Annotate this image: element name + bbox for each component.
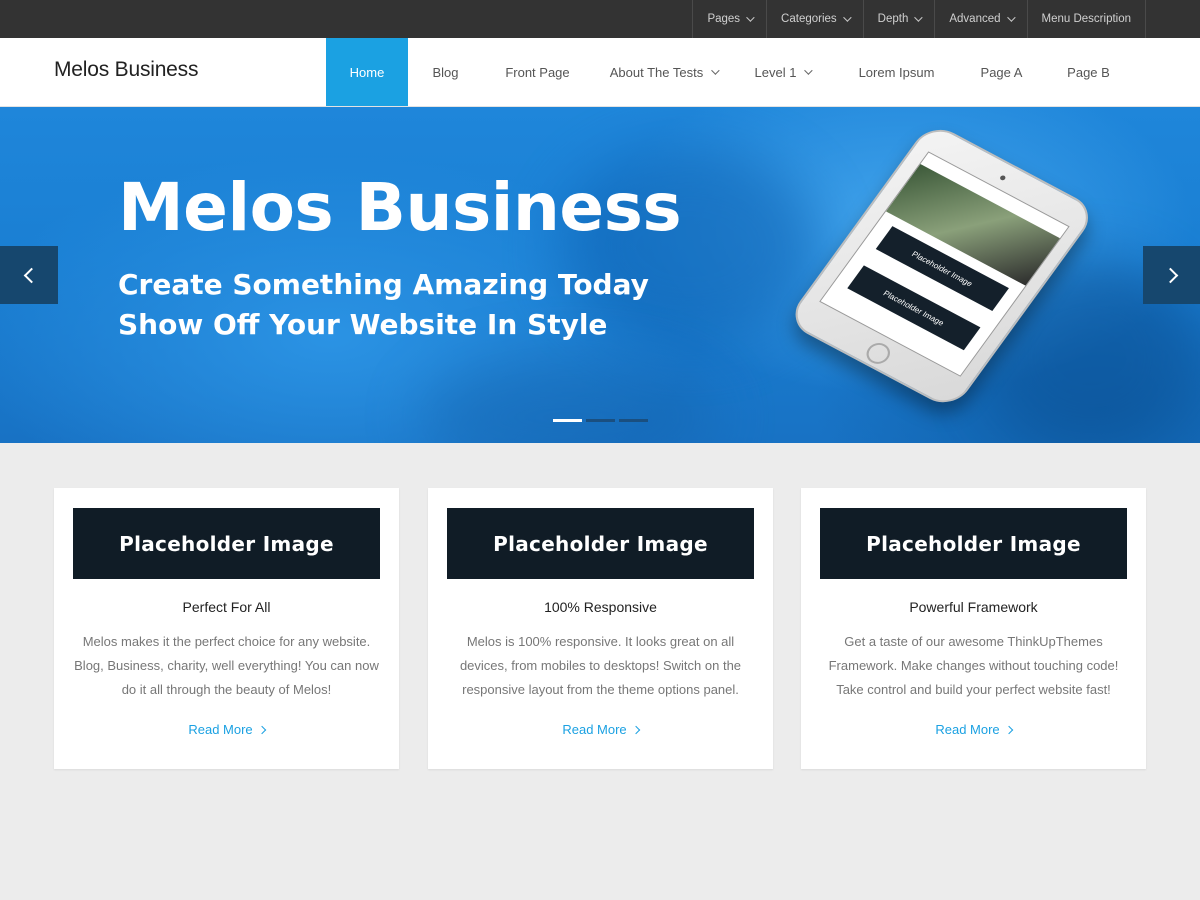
- read-more-link[interactable]: Read More: [54, 722, 399, 737]
- nav-item-front-page[interactable]: Front Page: [483, 38, 592, 106]
- feature-description: Melos makes it the perfect choice for an…: [74, 634, 379, 697]
- nav-item-level-1[interactable]: Level 1: [735, 38, 830, 106]
- chevron-down-icon: [1006, 13, 1016, 22]
- slider-dot[interactable]: [586, 419, 615, 422]
- chevron-down-icon: [746, 13, 755, 22]
- nav-item-label: Home: [349, 64, 385, 80]
- feature-card: Placeholder Image Perfect For All Melos …: [54, 488, 399, 769]
- nav-item-about-the-tests[interactable]: About The Tests: [592, 38, 735, 106]
- top-bar: Pages Categories Depth Advanced Menu Des…: [0, 0, 1200, 38]
- nav-item-label: Page B: [1067, 64, 1110, 80]
- top-menu-item-menu-description[interactable]: Menu Description: [1028, 0, 1146, 38]
- feature-card: Placeholder Image 100% Responsive Melos …: [428, 488, 773, 769]
- placeholder-image: Placeholder Image: [447, 508, 754, 579]
- read-more-link[interactable]: Read More: [428, 722, 773, 737]
- top-menu-label: Categories: [781, 13, 837, 25]
- read-more-link[interactable]: Read More: [801, 722, 1146, 737]
- chevron-down-icon: [804, 66, 814, 75]
- site-header: Melos Business Home Blog Front Page Abou…: [0, 38, 1200, 107]
- top-menu-item-pages[interactable]: Pages: [693, 0, 768, 38]
- nav-item-blog[interactable]: Blog: [408, 38, 483, 106]
- placeholder-image: Placeholder Image: [73, 508, 380, 579]
- feature-description: Melos is 100% responsive. It looks great…: [459, 634, 742, 697]
- nav-item-label: Page A: [980, 64, 1023, 80]
- top-menu-label: Pages: [707, 13, 741, 25]
- hero-title: Melos Business: [118, 169, 682, 246]
- nav-item-label: Front Page: [505, 64, 570, 80]
- chevron-right-icon: [631, 725, 640, 734]
- placeholder-image: Placeholder Image: [820, 508, 1127, 579]
- slider-dot[interactable]: [553, 419, 582, 422]
- slider-next-button[interactable]: [1143, 246, 1200, 304]
- hero-slider: Melos Business Create Something Amazing …: [0, 107, 1200, 443]
- nav-item-label: Lorem Ipsum: [858, 64, 935, 80]
- nav-item-lorem-ipsum[interactable]: Lorem Ipsum: [830, 38, 963, 106]
- nav-item-label: Blog: [432, 64, 459, 80]
- hero-subtitle-line: Create Something Amazing Today: [118, 268, 649, 301]
- phone-home-button: [862, 339, 895, 368]
- chevron-right-icon: [1004, 725, 1013, 734]
- top-menu-label: Menu Description: [1041, 13, 1131, 25]
- chevron-right-icon: [1162, 267, 1178, 283]
- nav-item-label: About The Tests: [609, 64, 704, 80]
- nav-item-home[interactable]: Home: [326, 38, 408, 106]
- background-blur: [420, 357, 720, 443]
- top-menu-item-depth[interactable]: Depth: [864, 0, 936, 38]
- site-title[interactable]: Melos Business: [54, 58, 198, 82]
- chevron-down-icon: [711, 66, 720, 75]
- phone-camera: [999, 174, 1007, 182]
- feature-card: Placeholder Image Powerful Framework Get…: [801, 488, 1146, 769]
- top-menu-label: Advanced: [949, 13, 1001, 25]
- slider-pagination: [553, 419, 648, 422]
- hero-subtitle: Create Something Amazing Today Show Off …: [118, 265, 649, 345]
- chevron-down-icon: [914, 13, 924, 22]
- chevron-down-icon: [842, 13, 852, 22]
- top-menu: Pages Categories Depth Advanced Menu Des…: [692, 0, 1146, 38]
- chevron-right-icon: [257, 725, 266, 734]
- nav-item-label: Level 1: [754, 64, 797, 80]
- feature-description: Get a taste of our awesome ThinkUpThemes…: [828, 634, 1119, 697]
- slider-dot[interactable]: [619, 419, 648, 422]
- top-menu-item-advanced[interactable]: Advanced: [935, 0, 1028, 38]
- slider-prev-button[interactable]: [0, 246, 58, 304]
- feature-title: 100% Responsive: [544, 599, 657, 615]
- feature-title: Perfect For All: [182, 599, 271, 615]
- read-more-label: Read More: [935, 722, 1000, 737]
- nav-item-page-a[interactable]: Page A: [963, 38, 1040, 106]
- hero-subtitle-line: Show Off Your Website In Style: [118, 308, 608, 341]
- read-more-label: Read More: [188, 722, 253, 737]
- nav-item-page-b[interactable]: Page B: [1040, 38, 1137, 106]
- chevron-left-icon: [23, 267, 39, 283]
- main-nav: Home Blog Front Page About The Tests Lev…: [326, 38, 1137, 106]
- read-more-label: Read More: [562, 722, 627, 737]
- feature-title: Powerful Framework: [909, 599, 1038, 615]
- top-menu-item-categories[interactable]: Categories: [767, 0, 864, 38]
- top-menu-label: Depth: [877, 13, 909, 25]
